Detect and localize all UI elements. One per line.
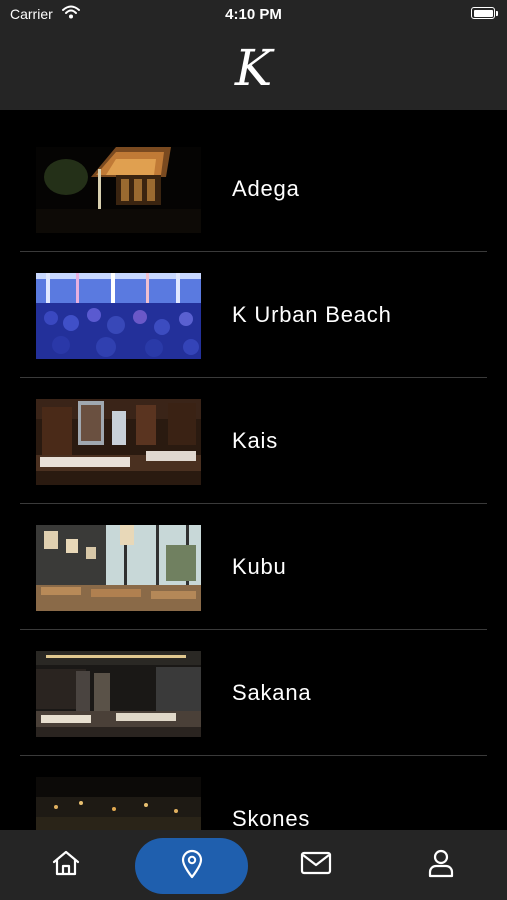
- venue-row-kais[interactable]: Kais: [20, 378, 487, 504]
- venue-list[interactable]: Adega K Urban Beach Kais Kubu Sakana Sko…: [0, 110, 507, 830]
- tab-profile[interactable]: [411, 838, 471, 892]
- venue-row-skones[interactable]: Skones: [20, 756, 487, 830]
- battery-icon: [471, 7, 498, 19]
- venue-thumbnail: [36, 525, 201, 611]
- brand-logo: K: [234, 39, 273, 97]
- status-time: 4:10 PM: [225, 6, 282, 23]
- home-icon: [51, 849, 81, 882]
- venue-thumbnail: [36, 777, 201, 830]
- venue-name: Sakana: [232, 680, 312, 705]
- venue-thumbnail: [36, 273, 201, 359]
- status-bar: Carrier 4:10 PM: [0, 0, 507, 28]
- venue-name: Skones: [232, 806, 311, 830]
- venue-row-k-urban-beach[interactable]: K Urban Beach: [20, 252, 487, 378]
- venue-thumbnail: [36, 147, 201, 233]
- venue-thumbnail: [36, 399, 201, 485]
- venue-name: Kubu: [232, 554, 287, 579]
- tab-messages[interactable]: [286, 838, 346, 892]
- location-pin-icon: [180, 849, 204, 884]
- venue-thumbnail: [36, 651, 201, 737]
- tab-locations[interactable]: [135, 838, 248, 894]
- app-header: K: [0, 28, 507, 110]
- venue-row-adega[interactable]: Adega: [20, 126, 487, 252]
- venue-row-kubu[interactable]: Kubu: [20, 504, 487, 630]
- tab-home[interactable]: [36, 838, 96, 892]
- bottom-tab-bar: [0, 830, 507, 900]
- venue-name: Kais: [232, 428, 278, 453]
- venue-name: K Urban Beach: [232, 302, 392, 327]
- venue-row-sakana[interactable]: Sakana: [20, 630, 487, 756]
- mail-icon: [300, 851, 332, 880]
- venue-name: Adega: [232, 176, 300, 201]
- user-icon: [427, 848, 455, 883]
